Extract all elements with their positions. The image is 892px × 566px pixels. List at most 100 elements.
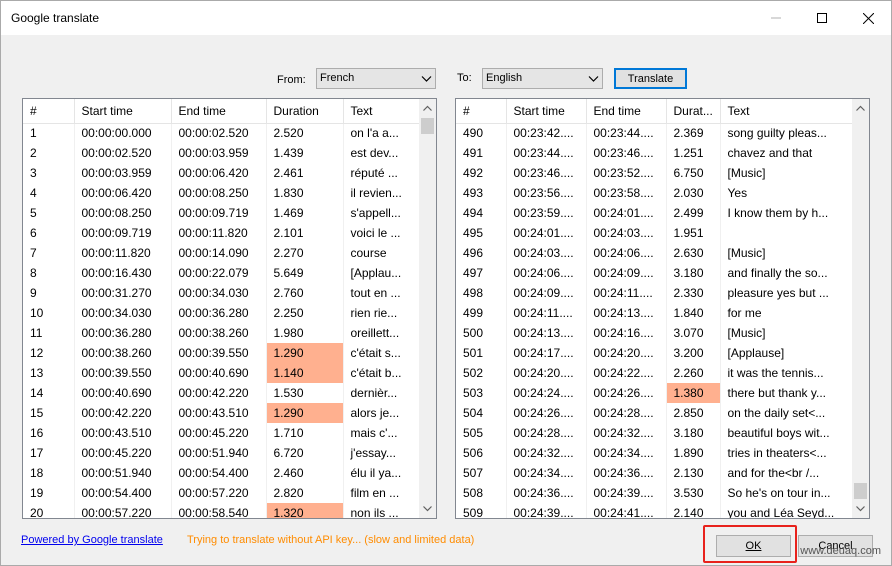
table-row[interactable]: 9 00:00:31.270 00:00:34.030 2.760 tout en ..…: [23, 283, 422, 303]
column-header[interactable]: End time: [171, 99, 267, 124]
column-header[interactable]: Text: [343, 99, 422, 124]
table-row[interactable]: 15 00:00:42.220 00:00:43.510 1.290 alors je.…: [23, 403, 422, 423]
table-cell: 00:24:32....: [586, 423, 667, 443]
source-scroll-thumb[interactable]: [421, 118, 434, 134]
table-cell: réputé ...: [343, 163, 422, 183]
minimize-button[interactable]: [753, 1, 799, 35]
column-header[interactable]: Text: [720, 99, 855, 124]
scroll-up-icon[interactable]: [855, 103, 866, 114]
table-cell: 00:00:11.820: [74, 243, 172, 263]
table-row[interactable]: 11 00:00:36.280 00:00:38.260 1.980 oreillett…: [23, 323, 422, 343]
table-row[interactable]: 13 00:00:39.550 00:00:40.690 1.140 c'était b…: [23, 363, 422, 383]
table-cell: 00:24:26....: [586, 383, 667, 403]
table-row[interactable]: 5 00:00:08.250 00:00:09.719 1.469 s'appell..…: [23, 203, 422, 223]
table-row[interactable]: 495 00:24:01.... 00:24:03.... 1.951: [456, 223, 855, 243]
window-title: Google translate: [11, 11, 100, 25]
minimize-icon: [771, 17, 781, 19]
column-header[interactable]: Duration: [266, 99, 344, 124]
table-cell: 00:24:34....: [506, 463, 587, 483]
column-header[interactable]: Durat...: [666, 99, 721, 124]
table-row[interactable]: 493 00:23:56.... 00:23:58.... 2.030 Yes: [456, 183, 855, 203]
table-cell: 00:00:11.820: [171, 223, 267, 243]
table-row[interactable]: 10 00:00:34.030 00:00:36.280 2.250 rien rie.…: [23, 303, 422, 323]
column-header[interactable]: #: [456, 99, 507, 124]
table-cell: 00:24:11....: [586, 283, 667, 303]
scroll-down-icon[interactable]: [422, 503, 433, 514]
table-cell: 00:00:16.430: [74, 263, 172, 283]
table-row[interactable]: 4 00:00:06.420 00:00:08.250 1.830 il revien.…: [23, 183, 422, 203]
table-row[interactable]: 12 00:00:38.260 00:00:39.550 1.290 c'était s…: [23, 343, 422, 363]
table-row[interactable]: 492 00:23:46.... 00:23:52.... 6.750 [Music]: [456, 163, 855, 183]
table-row[interactable]: 491 00:23:44.... 00:23:46.... 1.251 chavez a…: [456, 143, 855, 163]
table-cell: 00:24:03....: [586, 223, 667, 243]
table-row[interactable]: 502 00:24:20.... 00:24:22.... 2.260 it was t…: [456, 363, 855, 383]
table-row[interactable]: 505 00:24:28.... 00:24:32.... 3.180 beautifu…: [456, 423, 855, 443]
maximize-icon: [817, 13, 827, 23]
target-scroll-thumb[interactable]: [854, 483, 867, 499]
table-row[interactable]: 7 00:00:11.820 00:00:14.090 2.270 course: [23, 243, 422, 263]
table-row[interactable]: 3 00:00:03.959 00:00:06.420 2.461 réputé ...: [23, 163, 422, 183]
close-button[interactable]: [845, 1, 891, 35]
maximize-button[interactable]: [799, 1, 845, 35]
table-cell: 00:24:20....: [506, 363, 587, 383]
translate-button[interactable]: Translate: [614, 68, 687, 89]
table-row[interactable]: 506 00:24:32.... 00:24:34.... 1.890 tries in…: [456, 443, 855, 463]
from-language-select[interactable]: French: [316, 68, 436, 89]
table-cell: 00:24:06....: [506, 263, 587, 283]
table-row[interactable]: 18 00:00:51.940 00:00:54.400 2.460 élu il ya…: [23, 463, 422, 483]
table-row[interactable]: 1 00:00:00.000 00:00:02.520 2.520 on l'a a..…: [23, 123, 422, 143]
powered-by-google-link[interactable]: Powered by Google translate: [21, 534, 163, 546]
to-language-select[interactable]: English: [482, 68, 603, 89]
table-cell: [Applau...: [343, 263, 422, 283]
table-row[interactable]: 497 00:24:06.... 00:24:09.... 3.180 and fina…: [456, 263, 855, 283]
table-row[interactable]: 501 00:24:17.... 00:24:20.... 3.200 [Applaus…: [456, 343, 855, 363]
table-row[interactable]: 509 00:24:39.... 00:24:41.... 2.140 you and …: [456, 503, 855, 518]
column-header[interactable]: Start time: [506, 99, 587, 124]
table-row[interactable]: 499 00:24:11.... 00:24:13.... 1.840 for me: [456, 303, 855, 323]
table-row[interactable]: 508 00:24:36.... 00:24:39.... 3.530 So he's …: [456, 483, 855, 503]
to-language-value: English: [486, 72, 523, 84]
table-cell: 2.850: [666, 403, 721, 423]
table-cell: 3.070: [666, 323, 721, 343]
source-subtitle-grid[interactable]: # Start time End time Duration Text 1 00:00:0…: [22, 98, 437, 519]
table-cell: 00:24:01....: [506, 223, 587, 243]
table-row[interactable]: 494 00:23:59.... 00:24:01.... 2.499 I know t…: [456, 203, 855, 223]
table-cell: [Music]: [720, 243, 855, 263]
table-row[interactable]: 490 00:23:42.... 00:23:44.... 2.369 song gui…: [456, 123, 855, 143]
table-cell: 00:00:36.280: [74, 323, 172, 343]
column-header[interactable]: Start time: [74, 99, 172, 124]
table-cell: 00:24:26....: [506, 403, 587, 423]
target-subtitle-grid[interactable]: # Start time End time Durat... Text 490 00:23…: [455, 98, 870, 519]
table-cell: c'était s...: [343, 343, 422, 363]
table-row[interactable]: 507 00:24:34.... 00:24:36.... 2.130 and for …: [456, 463, 855, 483]
table-row[interactable]: 19 00:00:54.400 00:00:57.220 2.820 film en .…: [23, 483, 422, 503]
table-row[interactable]: 500 00:24:13.... 00:24:16.... 3.070 [Music]: [456, 323, 855, 343]
table-row[interactable]: 503 00:24:24.... 00:24:26.... 1.380 there bu…: [456, 383, 855, 403]
table-row[interactable]: 16 00:00:43.510 00:00:45.220 1.710 mais c'..…: [23, 423, 422, 443]
table-cell: there but thank y...: [720, 383, 855, 403]
column-header[interactable]: End time: [586, 99, 667, 124]
table-row[interactable]: 496 00:24:03.... 00:24:06.... 2.630 [Music]: [456, 243, 855, 263]
source-scrollbar[interactable]: [419, 99, 436, 518]
table-cell: 1.710: [266, 423, 344, 443]
table-cell: 00:24:11....: [506, 303, 587, 323]
table-row[interactable]: 17 00:00:45.220 00:00:51.940 6.720 j'essay..…: [23, 443, 422, 463]
table-row[interactable]: 2 00:00:02.520 00:00:03.959 1.439 est dev...: [23, 143, 422, 163]
table-row[interactable]: 6 00:00:09.719 00:00:11.820 2.101 voici le .…: [23, 223, 422, 243]
scroll-up-icon[interactable]: [422, 103, 433, 114]
table-cell: 00:24:16....: [586, 323, 667, 343]
scroll-down-icon[interactable]: [855, 503, 866, 514]
source-table: # Start time End time Duration Text 1 00:00:0…: [23, 99, 422, 518]
table-row[interactable]: 8 00:00:16.430 00:00:22.079 5.649 [Applau...: [23, 263, 422, 283]
table-cell: 00:24:22....: [586, 363, 667, 383]
table-cell: 5: [23, 203, 75, 223]
table-row[interactable]: 504 00:24:26.... 00:24:28.... 2.850 on the d…: [456, 403, 855, 423]
column-header[interactable]: #: [23, 99, 75, 124]
target-scrollbar[interactable]: [852, 99, 869, 518]
table-row[interactable]: 20 00:00:57.220 00:00:58.540 1.320 non ils .…: [23, 503, 422, 518]
title-bar: Google translate: [1, 1, 891, 35]
table-row[interactable]: 498 00:24:09.... 00:24:11.... 2.330 pleasure…: [456, 283, 855, 303]
table-row[interactable]: 14 00:00:40.690 00:00:42.220 1.530 dernièr..…: [23, 383, 422, 403]
table-cell: [Music]: [720, 323, 855, 343]
table-cell: 00:24:17....: [506, 343, 587, 363]
